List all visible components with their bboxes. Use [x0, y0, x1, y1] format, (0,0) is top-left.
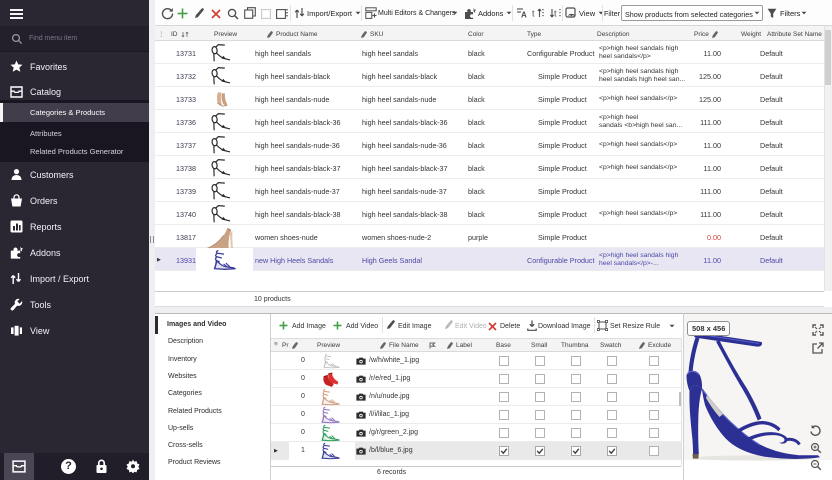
svg-text:A: A: [521, 11, 527, 19]
svg-text:t: t: [554, 9, 557, 19]
svg-text:t: t: [532, 9, 535, 19]
